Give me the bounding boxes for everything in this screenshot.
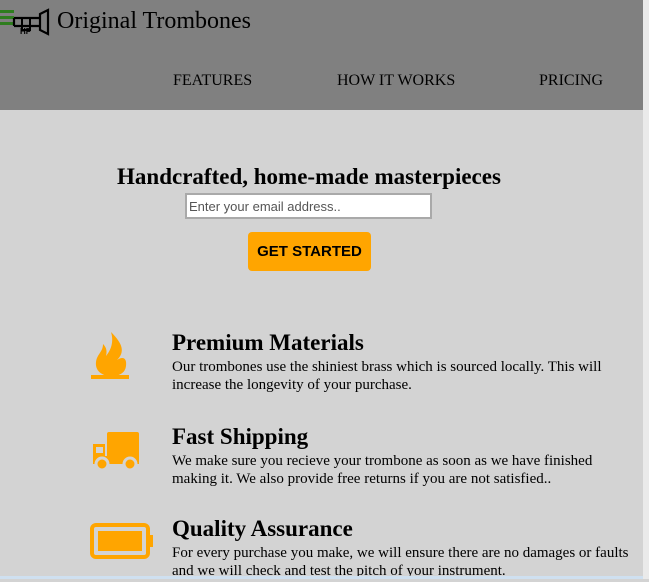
feature-title: Premium Materials — [172, 330, 364, 355]
feature-text: For every purchase you make, we will ens… — [172, 545, 629, 579]
battery-icon — [90, 523, 153, 559]
hero-title: Handcrafted, home-made masterpieces — [117, 164, 501, 190]
trombone-icon: HP — [12, 8, 50, 36]
feature-title: Fast Shipping — [172, 424, 309, 449]
feature-title: Quality Assurance — [172, 516, 353, 541]
svg-text:HP: HP — [20, 27, 32, 36]
truck-icon — [93, 432, 139, 472]
email-input[interactable] — [185, 193, 432, 219]
brand-name: Original Trombones — [57, 8, 252, 34]
site-header: HP Original Trombones FEATURES HOW IT WO… — [0, 0, 643, 110]
nav-link-how-it-works[interactable]: HOW IT WORKS — [337, 72, 455, 90]
scrollbar[interactable] — [643, 0, 649, 579]
feature-text: Our trombones use the shiniest brass whi… — [172, 359, 602, 393]
nav-link-pricing[interactable]: PRICING — [539, 72, 603, 90]
feature-text: We make sure you recieve your trombone a… — [172, 453, 593, 487]
nav-link-features[interactable]: FEATURES — [173, 72, 252, 90]
get-started-button[interactable]: GET STARTED — [248, 232, 371, 271]
fire-icon — [91, 332, 129, 379]
